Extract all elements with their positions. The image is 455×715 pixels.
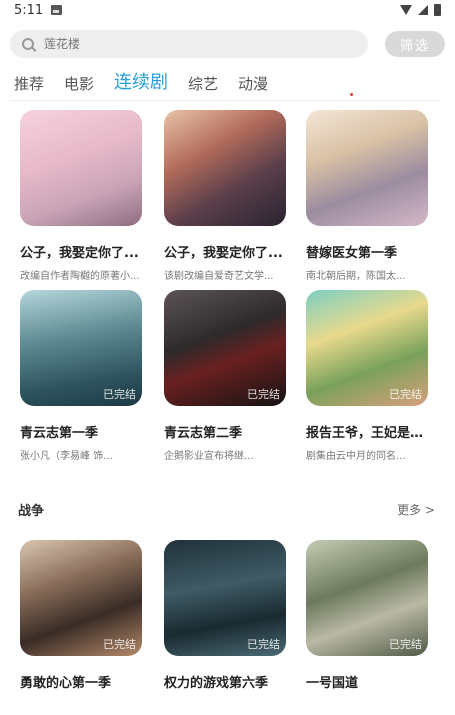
wifi-icon [400,5,412,15]
completed-badge: 已完结 [389,388,422,401]
series-subtitle: 张小凡（李易峰 饰... [20,451,113,462]
war-title: 权力的游戏第六季 [164,676,269,691]
section-title: 战争 [18,504,45,519]
series-card[interactable]: 已完结 青云志第二季 企鹅影业宣布将继... [164,290,286,462]
search-icon [22,38,34,50]
series-poster[interactable]: 已完结 [164,290,286,406]
series-row-1: 公子，我娶定你了... 改编自作者陶樾的原著小... 公子，我娶定你了... 该… [0,110,455,282]
series-subtitle: 该剧改编自爱奇艺文学... [164,271,274,282]
war-card[interactable]: 已完结 勇敢的心第一季 [20,540,142,691]
completed-badge: 已完结 [389,638,422,651]
tab-anime[interactable]: 动漫 [238,73,268,94]
search-row: 筛选 [10,30,445,58]
signal-icon [418,5,428,15]
series-title: 替嫁医女第一季 [306,246,398,261]
search-box[interactable] [10,30,368,58]
series-poster[interactable] [306,110,428,226]
filter-button[interactable]: 筛选 [385,31,445,57]
war-card[interactable]: 已完结 一号国道 [306,540,428,691]
series-title: 公子，我娶定你了... [20,246,139,261]
tab-divider [10,100,440,101]
tab-series[interactable]: 连续剧 [114,68,168,94]
search-input[interactable] [44,37,324,51]
completed-badge: 已完结 [247,638,280,651]
series-poster[interactable] [164,110,286,226]
series-title: 青云志第一季 [20,426,99,441]
status-time: 5:11 [14,2,44,18]
war-poster[interactable]: 已完结 [306,540,428,656]
completed-badge: 已完结 [247,388,280,401]
status-bar: 5:11 [0,0,455,20]
image-notification-icon [51,5,63,15]
completed-badge: 已完结 [103,638,136,651]
series-card[interactable]: 已完结 青云志第一季 张小凡（李易峰 饰... [20,290,142,462]
series-title: 公子，我娶定你了... [164,246,283,261]
war-card[interactable]: 已完结 权力的游戏第六季 [164,540,286,691]
completed-badge: 已完结 [103,388,136,401]
more-link[interactable]: 更多 > [397,501,435,518]
tab-variety[interactable]: 综艺 [188,73,218,94]
status-icons [400,4,441,16]
series-card[interactable]: 替嫁医女第一季 南北朝后期，陈国太... [306,110,428,282]
red-dot [350,93,353,96]
war-title: 一号国道 [306,676,359,691]
series-poster[interactable]: 已完结 [306,290,428,406]
series-subtitle: 企鹅影业宣布将继... [164,451,254,462]
series-card[interactable]: 已完结 报告王爷，王妃是只... 剧集由云中月的同名... [306,290,428,462]
war-title: 勇敢的心第一季 [20,676,112,691]
war-section-header: 战争 更多 > [18,500,435,519]
tab-recommend[interactable]: 推荐 [14,73,44,94]
series-subtitle: 剧集由云中月的同名... [306,451,406,462]
battery-icon [434,4,441,16]
war-poster[interactable]: 已完结 [20,540,142,656]
series-card[interactable]: 公子，我娶定你了... 改编自作者陶樾的原著小... [20,110,142,282]
series-subtitle: 南北朝后期，陈国太... [306,271,406,282]
series-subtitle: 改编自作者陶樾的原著小... [20,271,140,282]
series-poster[interactable]: 已完结 [20,290,142,406]
war-poster[interactable]: 已完结 [164,540,286,656]
series-row-2: 已完结 青云志第一季 张小凡（李易峰 饰... 已完结 青云志第二季 企鹅影业宣… [0,290,455,462]
series-poster[interactable] [20,110,142,226]
tab-movies[interactable]: 电影 [64,73,94,94]
series-card[interactable]: 公子，我娶定你了... 该剧改编自爱奇艺文学... [164,110,286,282]
war-row: 已完结 勇敢的心第一季 已完结 权力的游戏第六季 已完结 一号国道 [0,540,455,710]
series-title: 报告王爷，王妃是只... [306,426,428,441]
series-title: 青云志第二季 [164,426,243,441]
category-tabs: 推荐 电影 连续剧 综艺 动漫 [14,68,268,94]
